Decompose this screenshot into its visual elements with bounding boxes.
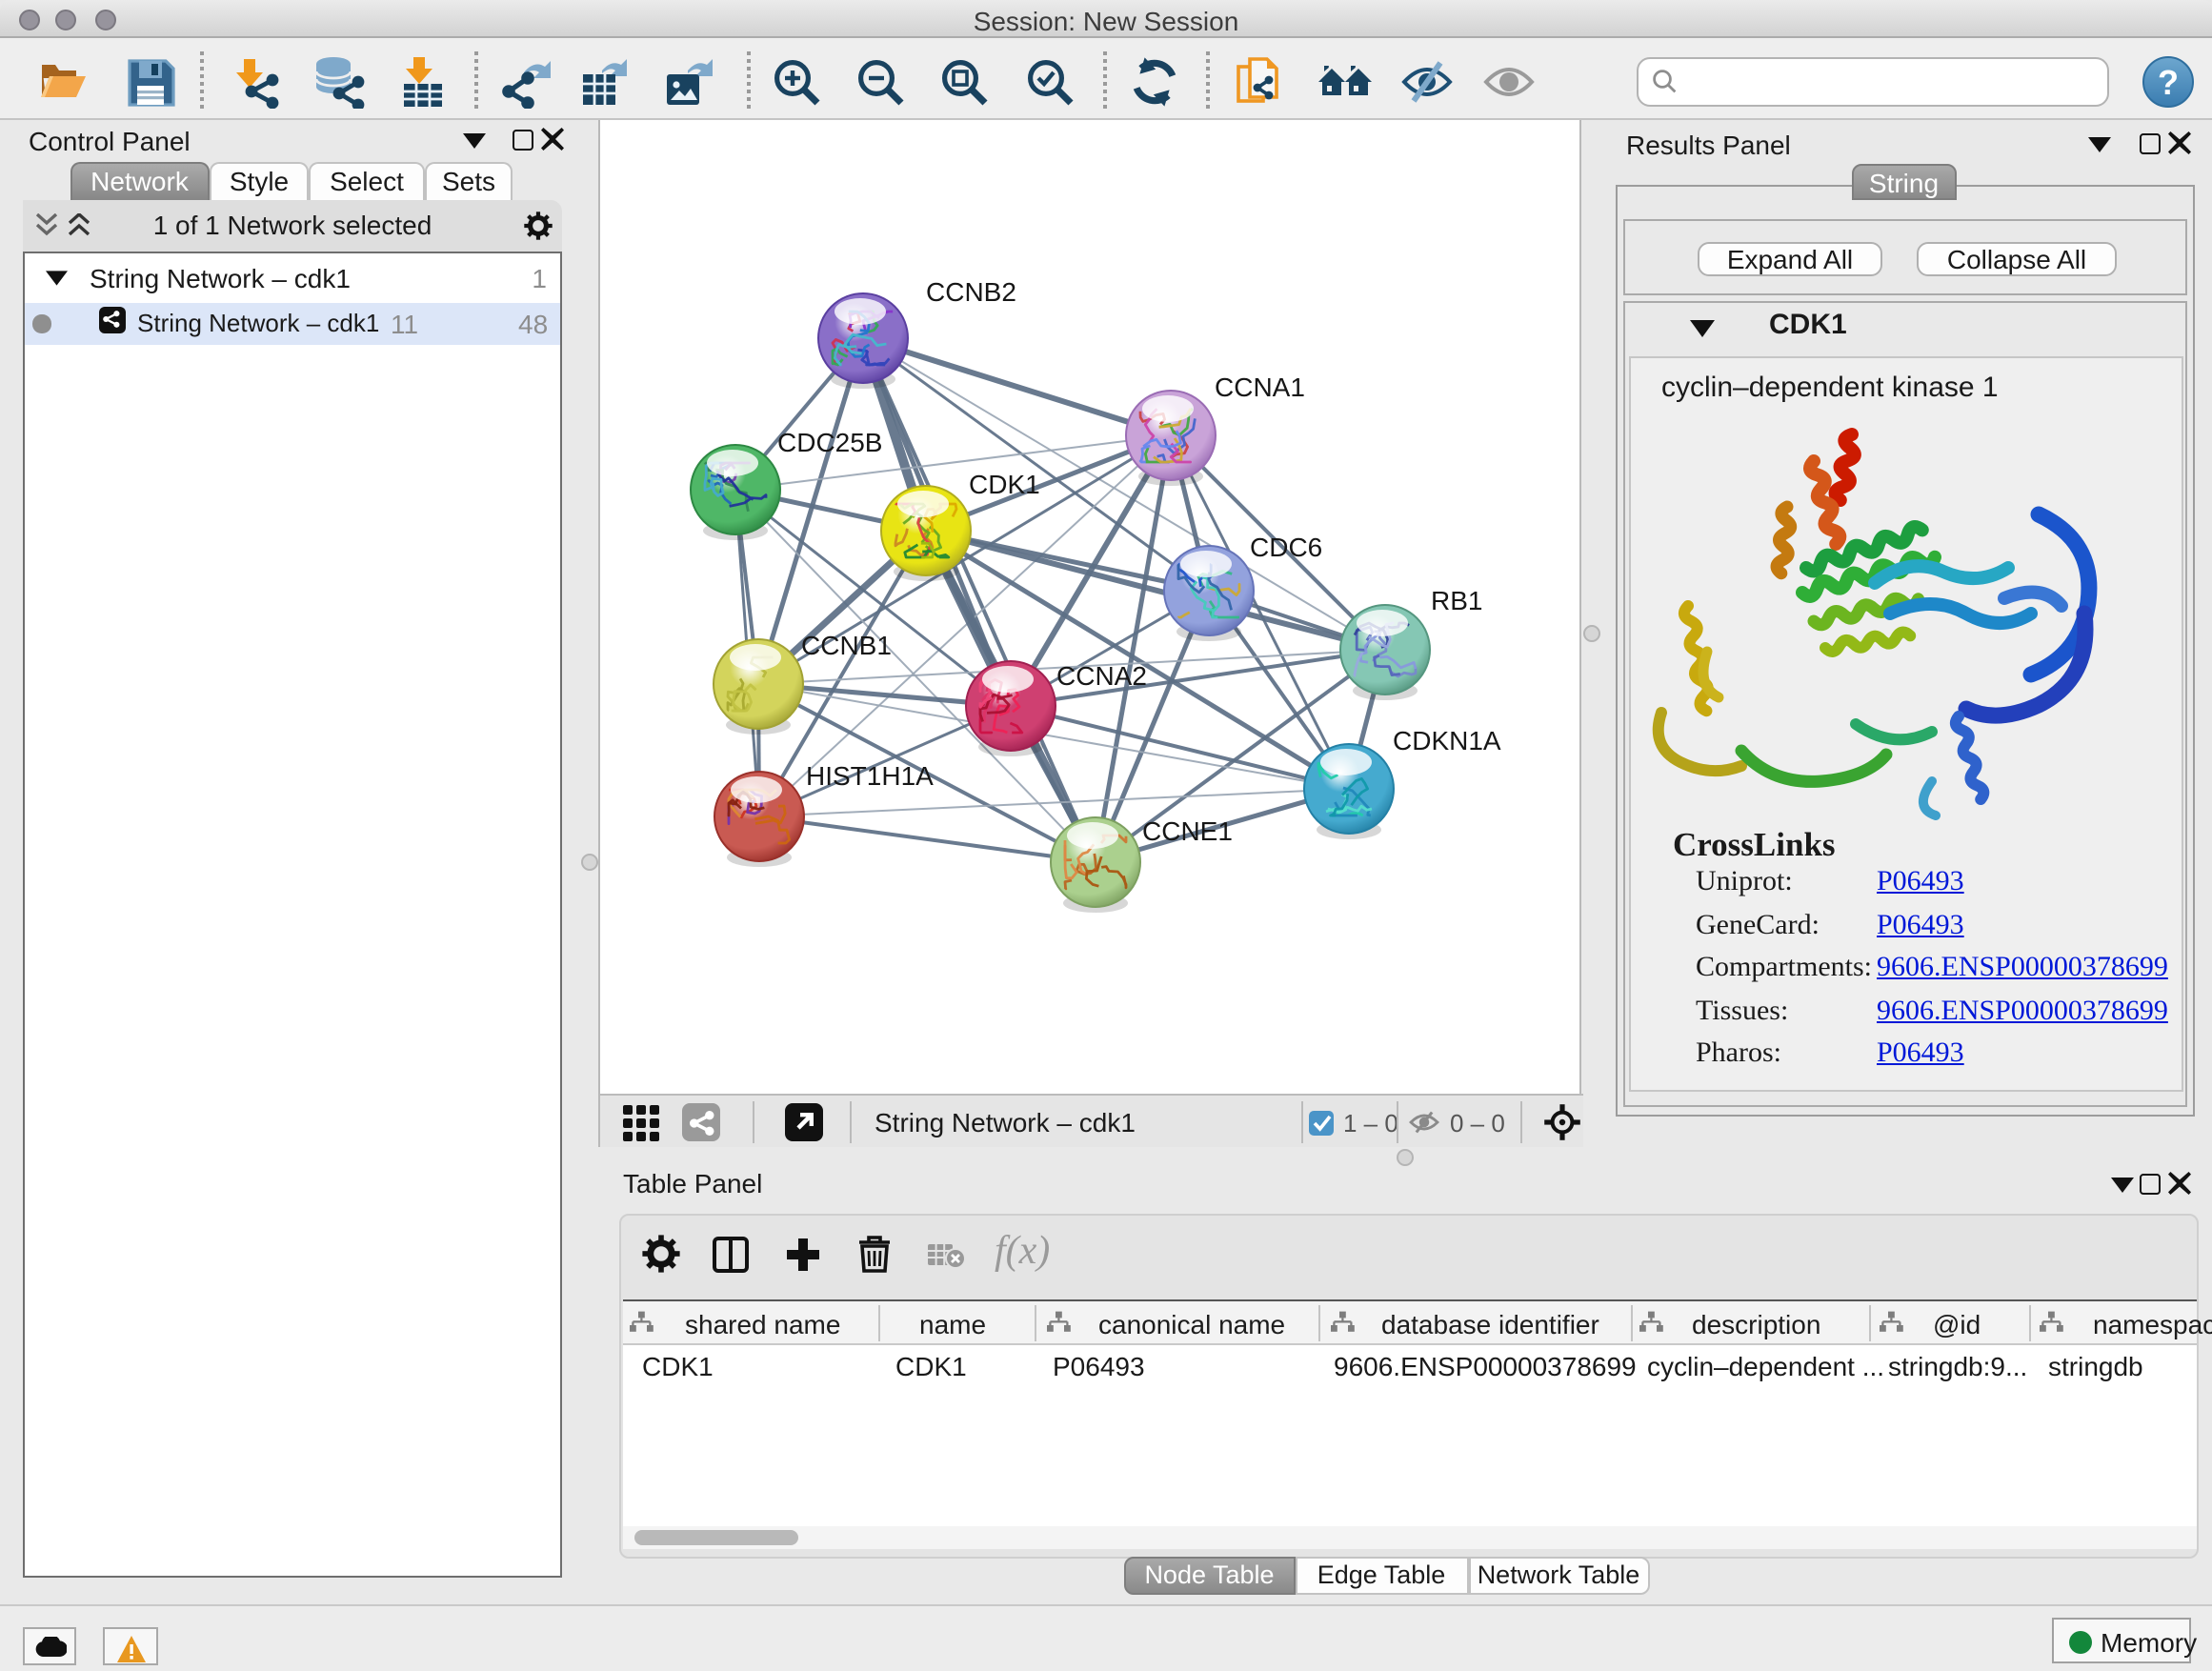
svg-text:CCNE1: CCNE1	[1142, 816, 1233, 846]
svg-text:CCNB1: CCNB1	[801, 631, 892, 660]
svg-text:CCNA2: CCNA2	[1056, 661, 1147, 691]
svg-text:HIST1H1A: HIST1H1A	[806, 761, 934, 791]
svg-text:CDK1: CDK1	[969, 470, 1040, 499]
svg-text:RB1: RB1	[1431, 586, 1482, 615]
svg-text:CDKN1A: CDKN1A	[1393, 726, 1501, 755]
svg-text:CDC25B: CDC25B	[777, 428, 882, 457]
svg-text:CCNB2: CCNB2	[926, 277, 1016, 307]
svg-text:CCNA1: CCNA1	[1215, 372, 1305, 402]
svg-text:?: ?	[2158, 63, 2179, 102]
svg-text:CDC6: CDC6	[1250, 533, 1322, 562]
